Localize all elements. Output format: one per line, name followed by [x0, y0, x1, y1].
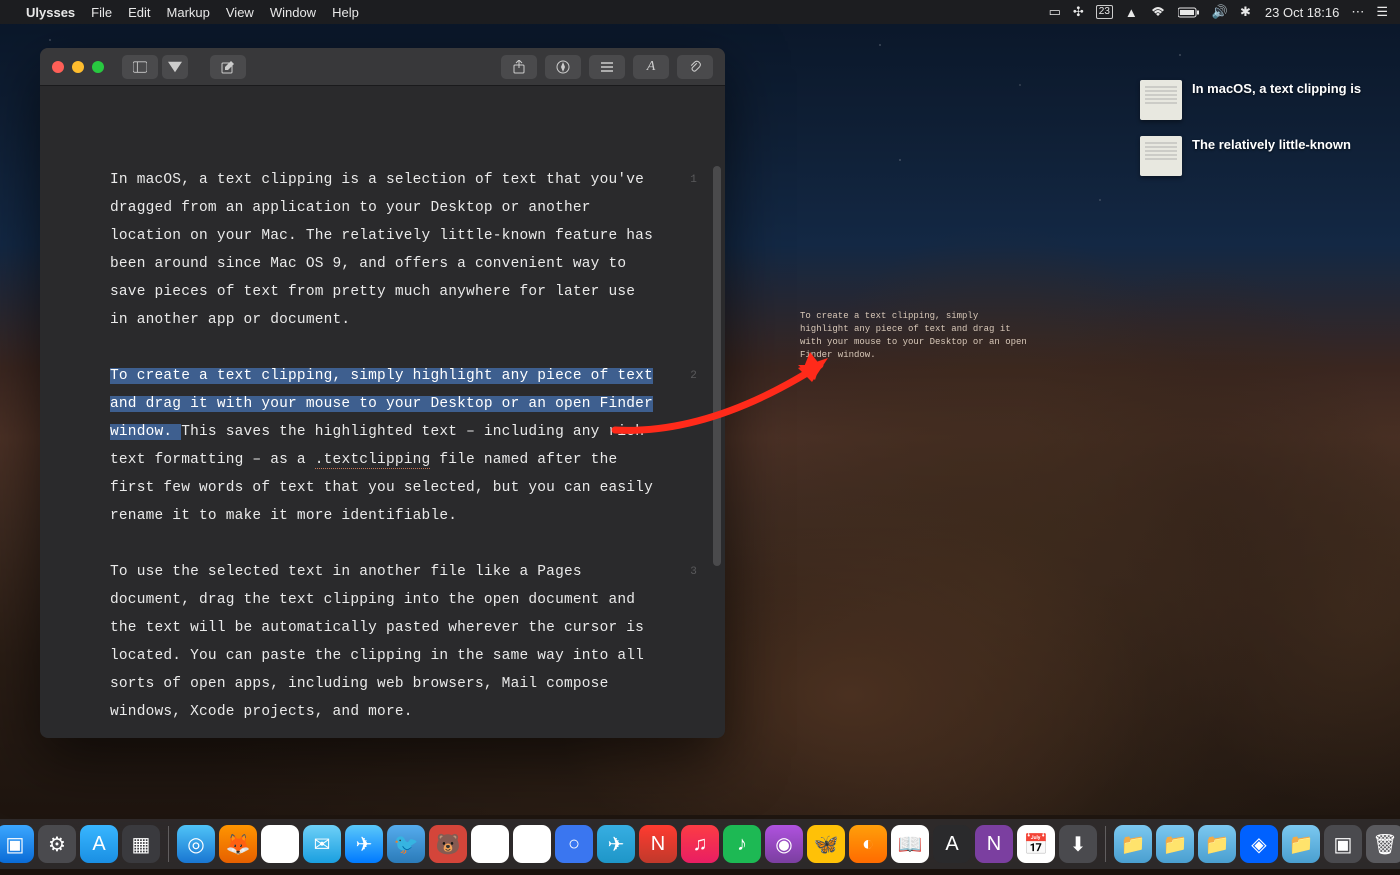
dock-airmail-icon[interactable]: ✈	[345, 825, 383, 863]
ulysses-window: A In macOS, a text clipping is a selecti…	[40, 48, 725, 738]
paragraph-number: 2	[690, 362, 697, 390]
dock-folder2-icon[interactable]: 📁	[1156, 825, 1194, 863]
dock-trash-icon[interactable]: 🗑	[1366, 825, 1400, 863]
menu-window[interactable]: Window	[270, 5, 316, 20]
close-button[interactable]	[52, 61, 64, 73]
selected-text[interactable]: To create a text clipping, simply highli…	[110, 368, 653, 440]
dock-podcasts-icon[interactable]: ◉	[765, 825, 803, 863]
dock-tweetbot-icon[interactable]: 🐦	[387, 825, 425, 863]
calendar-icon[interactable]: 23	[1096, 5, 1113, 19]
dock-preview-icon[interactable]: ▣	[1324, 825, 1362, 863]
textclipping-file[interactable]: In macOS, a text clipping is	[1140, 80, 1370, 120]
dock-settings-icon[interactable]: ⚙	[38, 825, 76, 863]
minimize-button[interactable]	[72, 61, 84, 73]
dock-separator	[168, 826, 169, 862]
dock-music-icon[interactable]: ♫	[681, 825, 719, 863]
battery-icon[interactable]	[1178, 7, 1200, 18]
dock-yoink-icon[interactable]: 🦋	[807, 825, 845, 863]
display-icon[interactable]: ▭	[1049, 4, 1061, 20]
dock-folder1-icon[interactable]: 📁	[1114, 825, 1152, 863]
textclipping-file[interactable]: The relatively little-known	[1140, 136, 1370, 176]
dock-telegram-icon[interactable]: ✈	[597, 825, 635, 863]
file-label: In macOS, a text clipping is	[1192, 80, 1361, 97]
navigator-button[interactable]	[545, 55, 581, 79]
sidebar-dropdown-button[interactable]	[162, 55, 188, 79]
scrollbar[interactable]	[713, 166, 721, 566]
textclipping-icon	[1140, 136, 1182, 176]
attachment-button[interactable]	[677, 55, 713, 79]
dock-ulysses-icon[interactable]: A	[933, 825, 971, 863]
dock-app-store-icon[interactable]: A	[80, 825, 118, 863]
textclipping-icon	[1140, 80, 1182, 120]
dock-separator	[1105, 826, 1106, 862]
menu-file[interactable]: File	[91, 5, 112, 20]
dock-dict-icon[interactable]: 📖	[891, 825, 929, 863]
volume-icon[interactable]: 🔊	[1212, 4, 1228, 20]
dock-pixelmator-icon[interactable]: ◐	[849, 825, 887, 863]
traffic-lights	[52, 61, 104, 73]
dock-spotify-icon[interactable]: ♪	[723, 825, 761, 863]
wifi-icon[interactable]	[1150, 6, 1166, 18]
drag-preview-text: To create a text clipping, simply highli…	[800, 310, 1030, 362]
dock-mission-icon[interactable]: ▦	[122, 825, 160, 863]
menu-extra-icon[interactable]: ✱	[1240, 4, 1251, 20]
dock-finder-icon[interactable]: ▣	[0, 825, 34, 863]
sidebar-toggle-button[interactable]	[122, 55, 158, 79]
dock-calendar-icon[interactable]: 📅	[1017, 825, 1055, 863]
menubar: Ulysses File Edit Markup View Window Hel…	[0, 0, 1400, 24]
window-titlebar[interactable]: A	[40, 48, 725, 86]
menu-markup[interactable]: Markup	[167, 5, 210, 20]
menu-help[interactable]: Help	[332, 5, 359, 20]
notification-icon[interactable]: ⋯	[1351, 4, 1364, 20]
dock-compose-icon[interactable]: ✎	[471, 825, 509, 863]
dock-bear-icon[interactable]: 🐻	[429, 825, 467, 863]
paragraph-number: 3	[690, 558, 697, 586]
maximize-button[interactable]	[92, 61, 104, 73]
status-icon[interactable]: ✣	[1073, 4, 1084, 20]
dock-folder3-icon[interactable]: 📁	[1198, 825, 1236, 863]
compose-button[interactable]	[210, 55, 246, 79]
dock-slack-icon[interactable]: #	[513, 825, 551, 863]
dock-mail-icon[interactable]: ✉	[303, 825, 341, 863]
airplay-icon[interactable]: ▲	[1125, 5, 1138, 20]
dock-folder4-icon[interactable]: 📁	[1282, 825, 1320, 863]
dock-downloads-icon[interactable]: ⬇	[1059, 825, 1097, 863]
desktop-icons: In macOS, a text clipping is The relativ…	[1140, 80, 1370, 192]
file-label: The relatively little-known	[1192, 136, 1351, 153]
menu-edit[interactable]: Edit	[128, 5, 150, 20]
list-view-button[interactable]	[589, 55, 625, 79]
paragraph-number: 1	[690, 166, 697, 194]
dock-chrome-icon[interactable]: ◉	[261, 825, 299, 863]
paragraph[interactable]: To use the selected text in another file…	[110, 558, 655, 726]
dock: ▣⚙A▦◎🦊◉✉✈🐦🐻✎#○✈N♫♪◉🦋◐📖AN📅⬇📁📁📁◈📁▣🗑	[0, 819, 1400, 869]
menu-view[interactable]: View	[226, 5, 254, 20]
clock[interactable]: 23 Oct 18:16	[1265, 5, 1339, 20]
typography-button[interactable]: A	[633, 55, 669, 79]
dock-news-icon[interactable]: N	[639, 825, 677, 863]
share-button[interactable]	[501, 55, 537, 79]
dock-safari-icon[interactable]: ◎	[177, 825, 215, 863]
dock-onenote-icon[interactable]: N	[975, 825, 1013, 863]
editor-area[interactable]: In macOS, a text clipping is a selection…	[40, 86, 725, 738]
dock-signal-icon[interactable]: ○	[555, 825, 593, 863]
app-name[interactable]: Ulysses	[26, 5, 75, 20]
spellcheck-underline: .textclipping	[315, 452, 431, 469]
dock-dropbox-icon[interactable]: ◈	[1240, 825, 1278, 863]
list-icon[interactable]: ☰	[1376, 4, 1388, 20]
editor-content[interactable]: In macOS, a text clipping is a selection…	[110, 166, 655, 726]
paragraph[interactable]: To create a text clipping, simply highli…	[110, 362, 655, 530]
dock-firefox-icon[interactable]: 🦊	[219, 825, 257, 863]
paragraph[interactable]: In macOS, a text clipping is a selection…	[110, 166, 655, 334]
